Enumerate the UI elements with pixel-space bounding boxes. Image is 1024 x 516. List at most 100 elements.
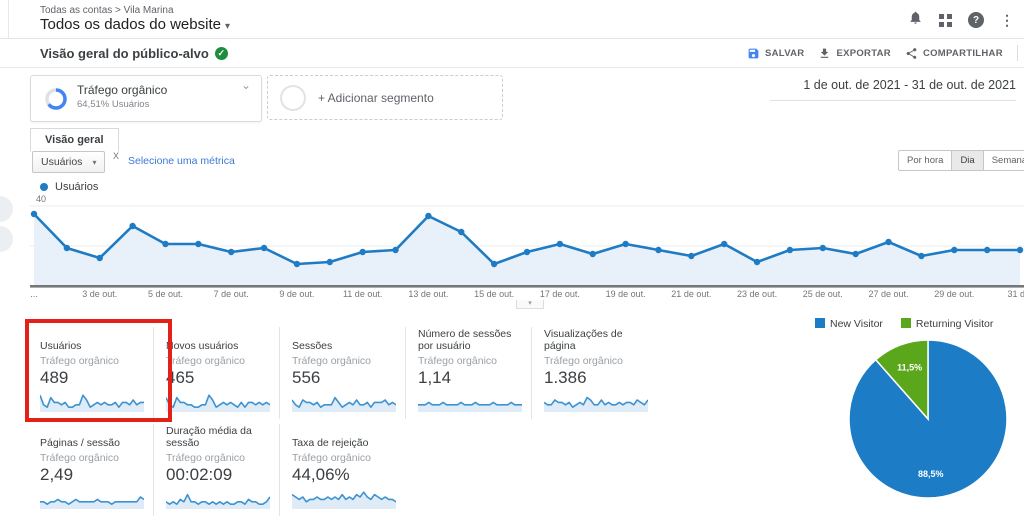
x-tick-label: 3 de out. — [82, 289, 118, 299]
divider — [1016, 45, 1018, 61]
legend-new-visitor: New Visitor — [815, 318, 883, 330]
help-icon[interactable]: ? — [968, 12, 984, 28]
metric-sparkline — [418, 401, 522, 412]
metric-title[interactable]: Número de sessões por usuário — [418, 327, 522, 353]
metric-value: 489 — [40, 368, 69, 387]
pie-slice-label: 11,5% — [897, 362, 922, 372]
metric-selector[interactable]: Usuários ▾ — [32, 151, 106, 173]
x-tick-label: 17 de out. — [539, 289, 580, 299]
metric-title[interactable]: Páginas / sessão — [40, 424, 144, 450]
metric-cards-row-2: Páginas / sessão Tráfego orgânico 2,49 Dura… — [40, 424, 417, 516]
legend-label: Usuários — [55, 181, 99, 193]
returning-visitor-swatch — [900, 318, 911, 328]
divider — [0, 38, 1024, 39]
legend-returning-visitor: Returning Visitor — [900, 318, 993, 330]
x-tick-label: 25 de out. — [802, 289, 843, 299]
select-metric-link[interactable]: Selecione uma métrica — [128, 155, 235, 167]
x-tick-label: 15 de out. — [474, 289, 515, 299]
svg-text:40: 40 — [36, 194, 46, 204]
metric-sparkline — [165, 394, 271, 412]
apps-grid-icon[interactable] — [939, 13, 952, 27]
kebab-menu-icon[interactable]: ⋮ — [1000, 12, 1014, 28]
active-segment-card[interactable]: Tráfego orgânico 64,51% Usuários ⌄ — [30, 75, 262, 122]
segment-donut-icon — [45, 88, 67, 110]
metric-segment: Tráfego orgânico — [166, 355, 245, 367]
share-icon — [906, 47, 917, 59]
metric-title[interactable]: Visualizações de página — [544, 327, 648, 353]
pie-legend: New Visitor Returning Visitor — [815, 318, 993, 330]
save-icon — [748, 48, 759, 58]
x-tick-label: 27 de out. — [868, 289, 909, 299]
feedback-bubble[interactable] — [0, 226, 13, 252]
metric-title[interactable]: Novos usuários — [166, 327, 270, 353]
metric-segment: Tráfego orgânico — [292, 452, 371, 464]
metric-title[interactable]: Taxa de rejeição — [292, 424, 396, 450]
account-title[interactable]: Todos os dados do website ▾ — [40, 16, 230, 33]
x-tick-label: 29 de out. — [934, 289, 975, 299]
metric-value: 44,06% — [292, 465, 350, 484]
metric-sparkline — [291, 396, 397, 412]
metric-sparkline — [165, 493, 271, 509]
bell-icon[interactable] — [908, 10, 923, 30]
annotations-toggle[interactable]: ▾ — [516, 300, 544, 309]
tab-visao-geral[interactable]: Visão geral — [30, 128, 119, 152]
export-button[interactable]: EXPORTAR — [818, 47, 891, 60]
save-button[interactable]: SALVAR — [747, 47, 804, 60]
metric-card[interactable]: Visualizações de página Tráfego orgânico 1… — [543, 327, 657, 419]
divider — [0, 67, 1024, 68]
remove-metric-button[interactable]: X — [113, 151, 119, 161]
metric-card[interactable]: Usuários Tráfego orgânico 489 — [39, 327, 154, 419]
nav-edge-rule — [8, 0, 9, 38]
metric-card[interactable]: Taxa de rejeição Tráfego orgânico 44,06% — [291, 424, 405, 516]
download-icon — [821, 48, 829, 58]
metric-segment: Tráfego orgânico — [40, 452, 119, 464]
segment-name: Tráfego orgânico — [77, 83, 168, 97]
share-button[interactable]: COMPARTILHAR — [905, 47, 1003, 60]
caret-down-icon: ▾ — [224, 21, 230, 32]
metric-sparkline — [543, 396, 649, 412]
page-title: Visão geral do público-alvo ✓ — [40, 46, 228, 61]
visitor-pie-chart[interactable]: 88,5% 11,5% — [842, 336, 1014, 502]
x-tick-label: 9 de out. — [279, 289, 315, 299]
topbar-icons: ? ⋮ — [908, 10, 1024, 30]
add-segment-button[interactable]: + Adicionar segmento — [267, 75, 503, 120]
metric-card[interactable]: Sessões Tráfego orgânico 556 — [291, 327, 406, 419]
x-tick-label: 19 de out. — [605, 289, 646, 299]
metric-card[interactable]: Páginas / sessão Tráfego orgânico 2,49 — [40, 424, 154, 516]
metric-sparkline — [291, 491, 397, 509]
ghost-circle-icon — [280, 84, 306, 111]
x-tick-label: 11 de out. — [342, 289, 383, 299]
report-actions: SALVAR EXPORTAR COMPARTILHAR ⟳ 2 INSIGHT… — [747, 45, 1024, 61]
granularity-group: Por horaDiaSemanaMês — [898, 150, 1024, 171]
metric-title[interactable]: Duração média da sessão — [166, 424, 270, 450]
series-dot-icon — [40, 183, 48, 191]
metric-card[interactable]: Duração média da sessão Tráfego orgânico 0… — [165, 424, 280, 516]
metric-segment: Tráfego orgânico — [418, 355, 497, 367]
breadcrumb[interactable]: Todas as contas > Vila Marina — [40, 5, 174, 16]
metric-title[interactable]: Usuários — [40, 327, 144, 353]
metric-sparkline — [40, 496, 145, 509]
metric-value: 556 — [292, 368, 321, 387]
metric-segment: Tráfego orgânico — [166, 452, 245, 464]
chart-legend: Usuários — [40, 181, 98, 193]
metric-sparkline — [39, 394, 144, 412]
users-line-chart[interactable]: 2040 — [30, 194, 1024, 294]
metric-card[interactable]: Número de sessões por usuário Tráfego org… — [418, 327, 532, 419]
metric-title[interactable]: Sessões — [292, 327, 396, 353]
metric-cards-row-1: Usuários Tráfego orgânico 489 Novos usuário… — [39, 327, 669, 419]
metric-segment: Tráfego orgânico — [292, 355, 371, 367]
chevron-down-icon[interactable]: ⌄ — [241, 78, 251, 92]
granularity-button[interactable]: Semana — [983, 150, 1024, 171]
x-tick-label: 31 de. — [1007, 289, 1024, 299]
x-tick-label: 21 de out. — [671, 289, 712, 299]
segment-detail: 64,51% Usuários — [77, 99, 150, 110]
date-range-selector[interactable]: 1 de out. de 2021 - 31 de out. de 2021 — [770, 74, 1016, 101]
feedback-bubble[interactable] — [0, 196, 13, 222]
granularity-button[interactable]: Dia — [952, 150, 984, 171]
x-tick-label: 23 de out. — [737, 289, 778, 299]
granularity-button[interactable]: Por hora — [898, 150, 953, 171]
metric-segment: Tráfego orgânico — [40, 355, 119, 367]
metric-card[interactable]: Novos usuários Tráfego orgânico 465 — [165, 327, 280, 419]
metric-value: 00:02:09 — [166, 465, 233, 484]
metric-value: 1.386 — [544, 368, 587, 387]
